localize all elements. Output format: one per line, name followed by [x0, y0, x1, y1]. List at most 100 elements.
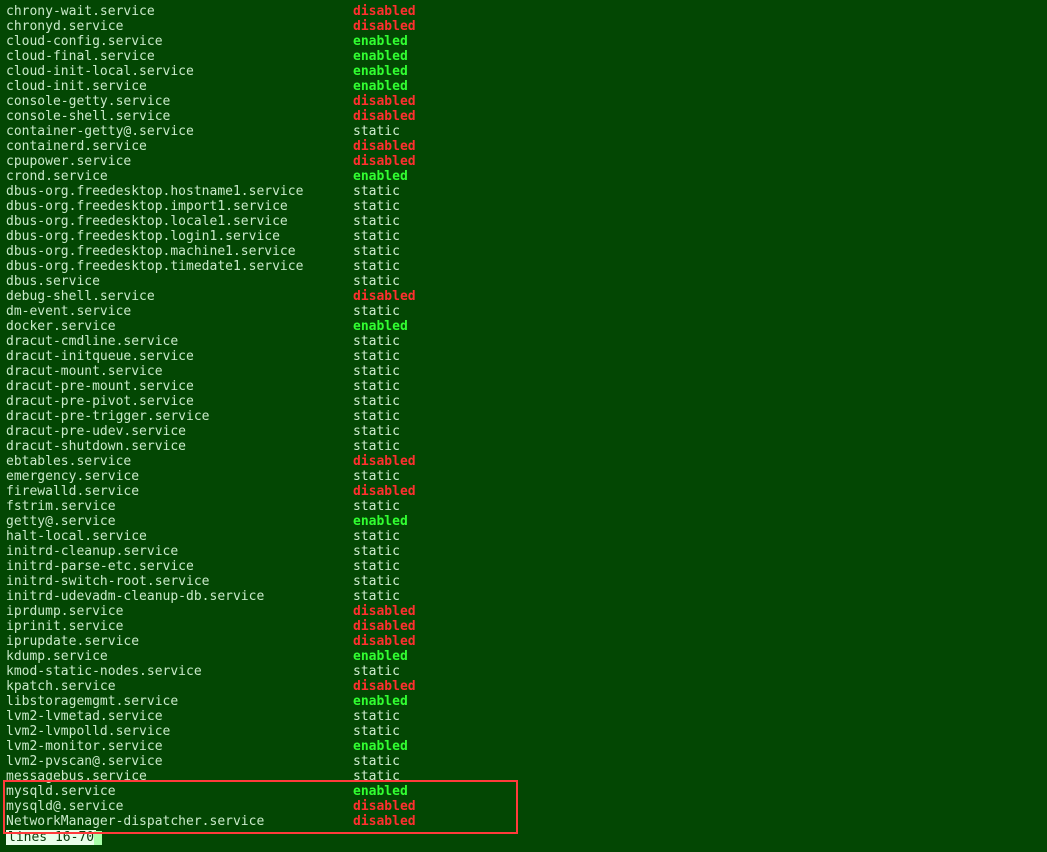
service-state: disabled [353, 604, 416, 619]
service-row: console-getty.servicedisabled [6, 94, 1041, 109]
service-state: disabled [353, 679, 416, 694]
service-state: static [353, 559, 400, 574]
service-state: enabled [353, 64, 408, 79]
service-state: disabled [353, 799, 416, 814]
service-row: lvm2-lvmpolld.servicestatic [6, 724, 1041, 739]
service-row: cloud-final.serviceenabled [6, 49, 1041, 64]
service-row: initrd-cleanup.servicestatic [6, 544, 1041, 559]
service-state: disabled [353, 139, 416, 154]
service-name: lvm2-monitor.service [6, 739, 353, 754]
service-row: initrd-udevadm-cleanup-db.servicestatic [6, 589, 1041, 604]
service-name: dracut-pre-mount.service [6, 379, 353, 394]
service-state: enabled [353, 34, 408, 49]
service-state: static [353, 304, 400, 319]
service-row: cpupower.servicedisabled [6, 154, 1041, 169]
service-name: dracut-shutdown.service [6, 439, 353, 454]
service-name: initrd-cleanup.service [6, 544, 353, 559]
service-name: lvm2-lvmpolld.service [6, 724, 353, 739]
service-row: dracut-mount.servicestatic [6, 364, 1041, 379]
service-row: NetworkManager-dispatcher.servicedisable… [6, 814, 1041, 829]
service-row: dracut-shutdown.servicestatic [6, 439, 1041, 454]
service-name: console-shell.service [6, 109, 353, 124]
service-state: static [353, 544, 400, 559]
service-name: iprdump.service [6, 604, 353, 619]
service-state: disabled [353, 634, 416, 649]
service-row: initrd-switch-root.servicestatic [6, 574, 1041, 589]
service-name: lvm2-pvscan@.service [6, 754, 353, 769]
service-name: containerd.service [6, 139, 353, 154]
service-row: initrd-parse-etc.servicestatic [6, 559, 1041, 574]
service-row: dbus-org.freedesktop.login1.servicestati… [6, 229, 1041, 244]
service-name: cloud-config.service [6, 34, 353, 49]
service-name: getty@.service [6, 514, 353, 529]
service-name: initrd-udevadm-cleanup-db.service [6, 589, 353, 604]
service-state: static [353, 379, 400, 394]
service-state: static [353, 349, 400, 364]
service-state: static [353, 769, 400, 784]
terminal-output[interactable]: chrony-wait.servicedisabledchronyd.servi… [0, 0, 1047, 849]
service-row: dracut-pre-trigger.servicestatic [6, 409, 1041, 424]
service-state: static [353, 469, 400, 484]
service-state: disabled [353, 154, 416, 169]
service-state: static [353, 229, 400, 244]
service-state: static [353, 394, 400, 409]
service-state: static [353, 409, 400, 424]
service-name: initrd-switch-root.service [6, 574, 353, 589]
service-state: static [353, 424, 400, 439]
service-state: static [353, 364, 400, 379]
service-row: libstoragemgmt.serviceenabled [6, 694, 1041, 709]
service-row: dracut-pre-pivot.servicestatic [6, 394, 1041, 409]
service-name: console-getty.service [6, 94, 353, 109]
service-state: static [353, 259, 400, 274]
service-row: dracut-pre-mount.servicestatic [6, 379, 1041, 394]
service-name: dm-event.service [6, 304, 353, 319]
service-row: emergency.servicestatic [6, 469, 1041, 484]
service-state: enabled [353, 739, 408, 754]
service-state: static [353, 214, 400, 229]
service-name: dracut-initqueue.service [6, 349, 353, 364]
service-name: dbus-org.freedesktop.hostname1.service [6, 184, 353, 199]
service-name: dracut-cmdline.service [6, 334, 353, 349]
service-row: ebtables.servicedisabled [6, 454, 1041, 469]
service-name: debug-shell.service [6, 289, 353, 304]
service-name: dbus-org.freedesktop.login1.service [6, 229, 353, 244]
service-row: docker.serviceenabled [6, 319, 1041, 334]
service-state: static [353, 754, 400, 769]
service-row: crond.serviceenabled [6, 169, 1041, 184]
service-name: docker.service [6, 319, 353, 334]
service-row: kmod-static-nodes.servicestatic [6, 664, 1041, 679]
service-name: cloud-init.service [6, 79, 353, 94]
service-row: cloud-init-local.serviceenabled [6, 64, 1041, 79]
service-state: static [353, 439, 400, 454]
service-state: static [353, 499, 400, 514]
service-name: crond.service [6, 169, 353, 184]
service-row: kdump.serviceenabled [6, 649, 1041, 664]
service-name: NetworkManager-dispatcher.service [6, 814, 353, 829]
service-row: lvm2-pvscan@.servicestatic [6, 754, 1041, 769]
service-name: dracut-pre-pivot.service [6, 394, 353, 409]
service-name: kpatch.service [6, 679, 353, 694]
service-state: static [353, 184, 400, 199]
service-name: mysqld@.service [6, 799, 353, 814]
pager-status: lines 16-70 [6, 830, 96, 845]
service-state: disabled [353, 109, 416, 124]
service-state: disabled [353, 484, 416, 499]
service-row: getty@.serviceenabled [6, 514, 1041, 529]
service-state: disabled [353, 19, 416, 34]
service-name: kmod-static-nodes.service [6, 664, 353, 679]
service-name: chrony-wait.service [6, 4, 353, 19]
service-name: kdump.service [6, 649, 353, 664]
service-row: dbus.servicestatic [6, 274, 1041, 289]
service-state: static [353, 199, 400, 214]
service-state: static [353, 244, 400, 259]
service-state: disabled [353, 814, 416, 829]
service-state: disabled [353, 94, 416, 109]
service-row: cloud-init.serviceenabled [6, 79, 1041, 94]
service-name: messagebus.service [6, 769, 353, 784]
service-row: messagebus.servicestatic [6, 769, 1041, 784]
service-state: static [353, 274, 400, 289]
service-name: libstoragemgmt.service [6, 694, 353, 709]
service-row: dracut-pre-udev.servicestatic [6, 424, 1041, 439]
service-name: dracut-mount.service [6, 364, 353, 379]
service-row: iprdump.servicedisabled [6, 604, 1041, 619]
